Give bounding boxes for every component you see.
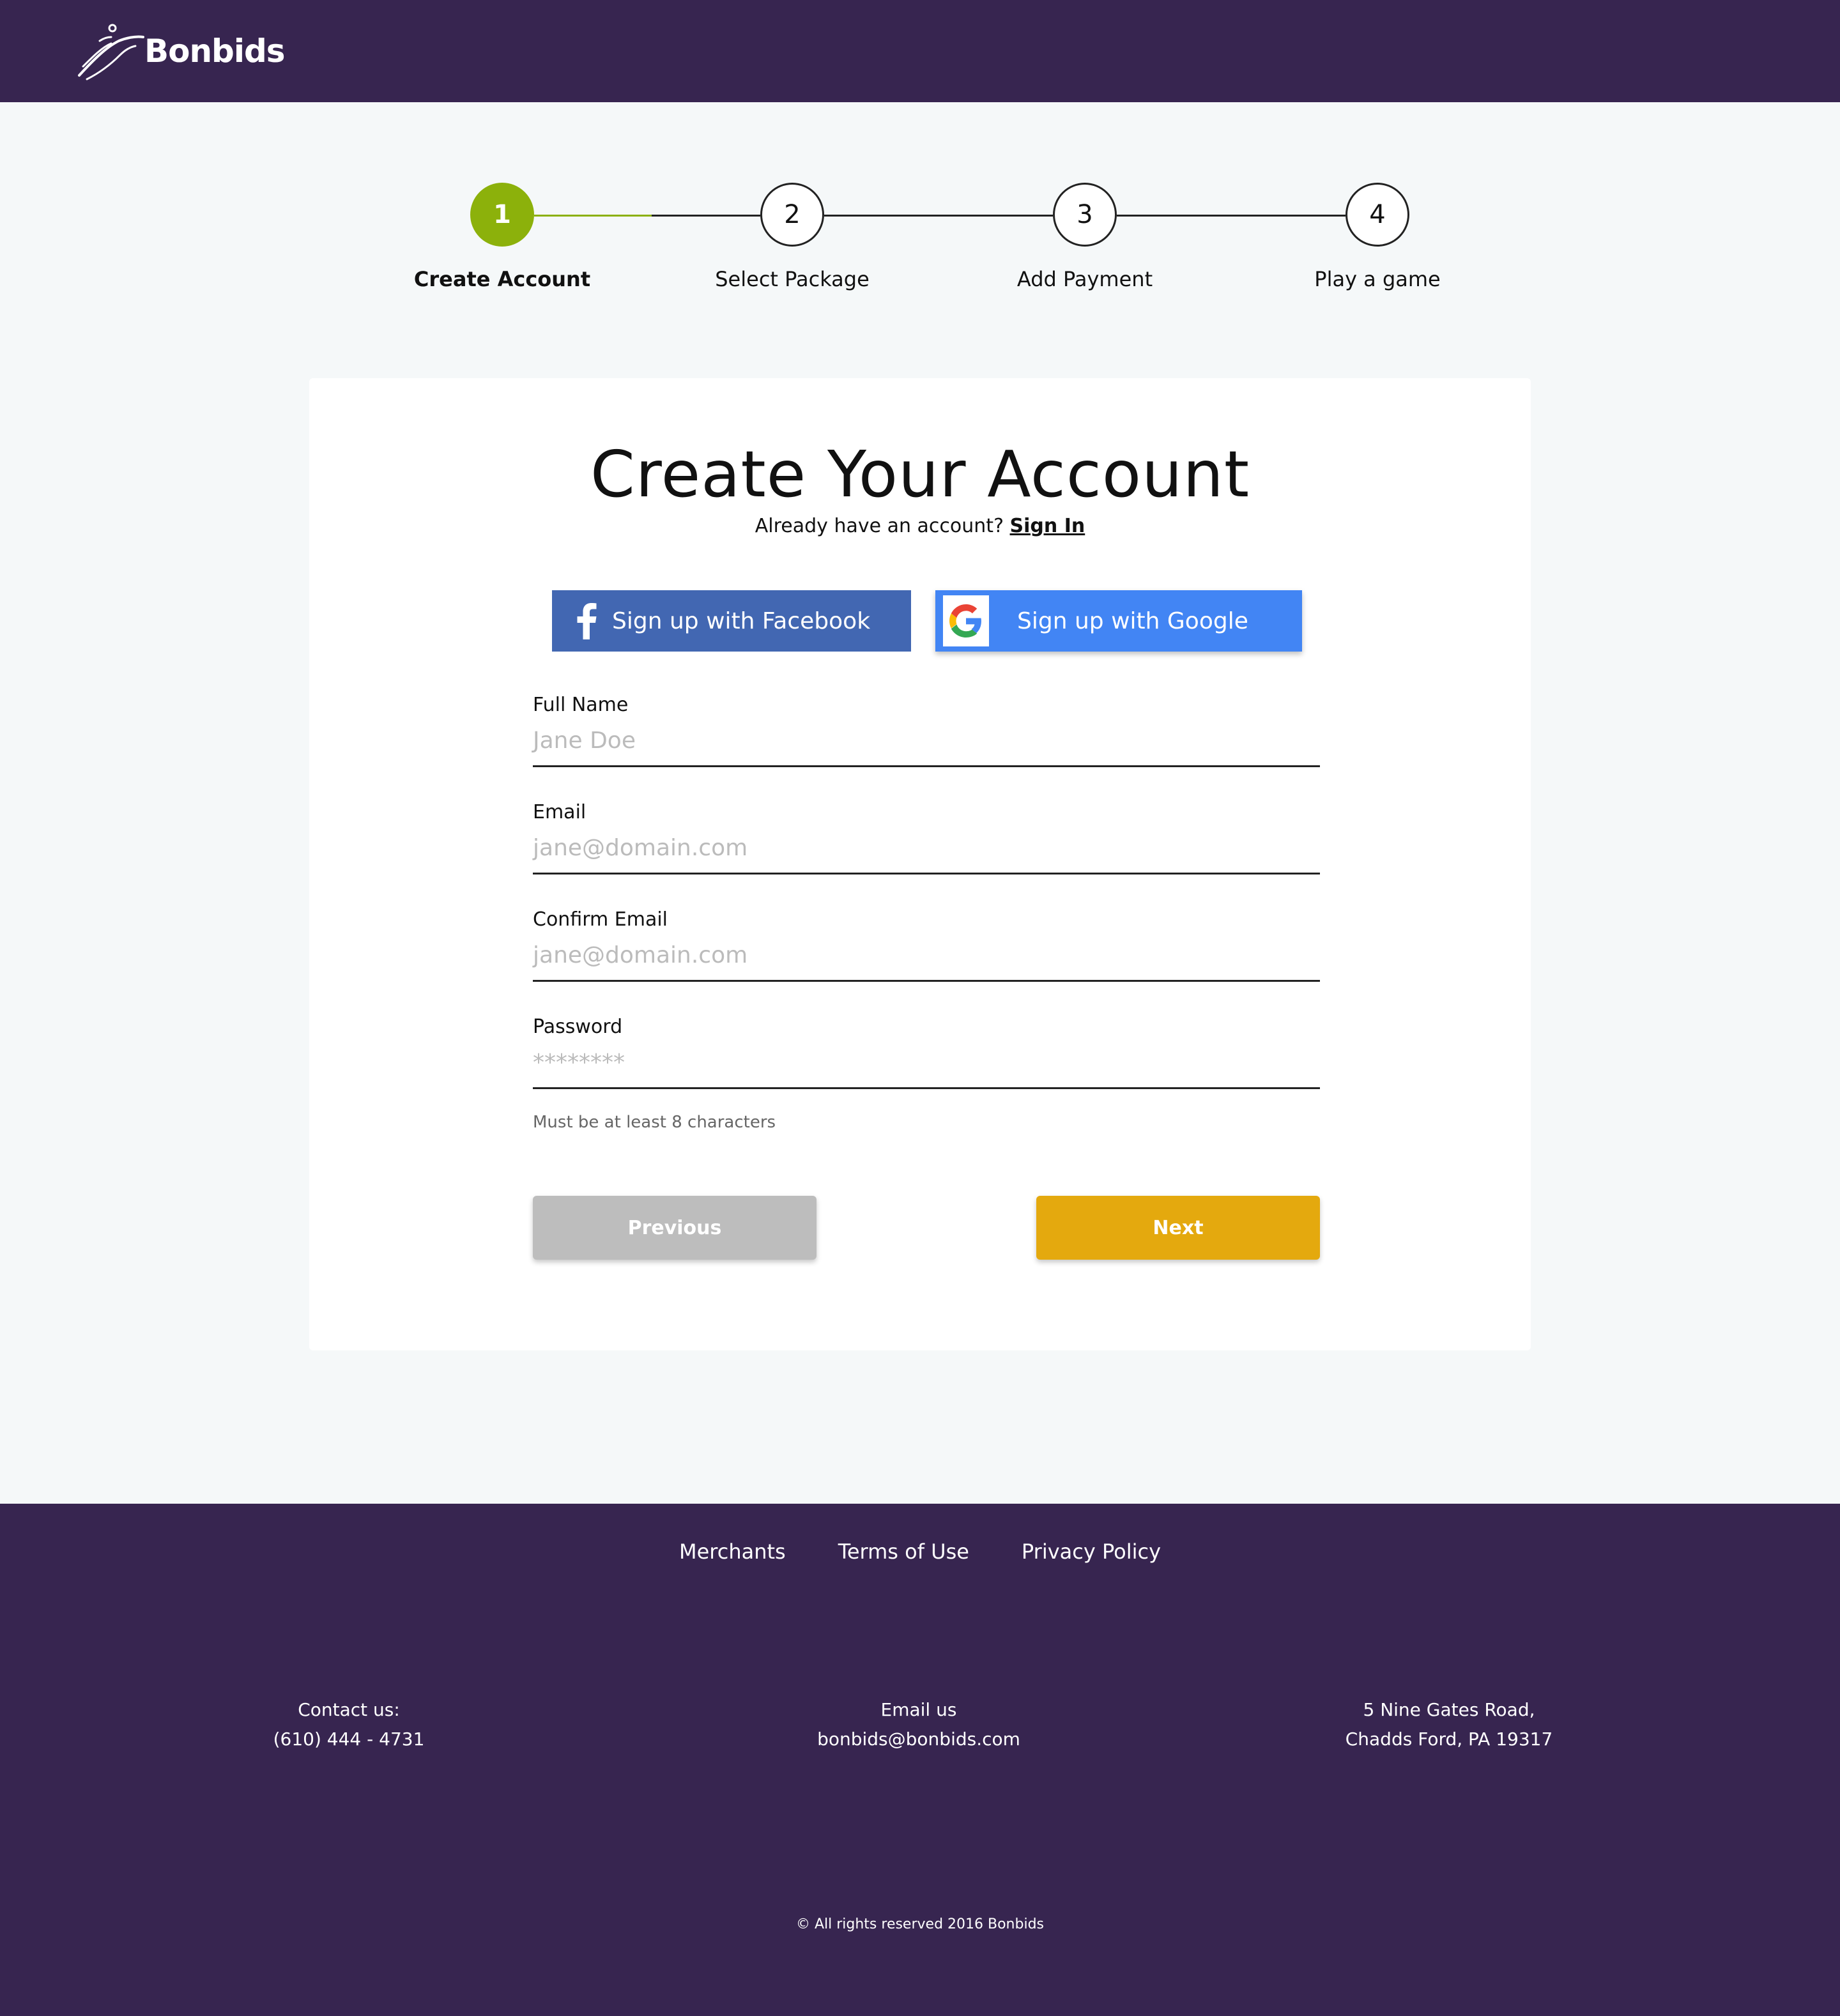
google-icon — [943, 595, 989, 646]
footer-link-merchants[interactable]: Merchants — [679, 1539, 786, 1564]
signin-prompt-text: Already have an account? — [755, 515, 1004, 537]
step-3-number: 3 — [1077, 200, 1093, 229]
confirm-email-field: Confirm Email jane@domain.com — [533, 908, 1320, 982]
step-1-label: Create Account — [413, 267, 591, 291]
step-connector-2 — [824, 215, 1053, 217]
full-name-input[interactable]: Jane Doe — [533, 716, 1320, 767]
step-3-circle: 3 — [1053, 183, 1117, 247]
footer-email: Email us bonbids@bonbids.com — [727, 1695, 1110, 1754]
step-4-number: 4 — [1369, 200, 1386, 229]
step-connector-1-progress — [534, 215, 652, 217]
password-label: Password — [533, 1016, 623, 1038]
email-input[interactable]: jane@domain.com — [533, 823, 1320, 874]
footer-link-privacy[interactable]: Privacy Policy — [1022, 1539, 1161, 1564]
google-signup-label: Sign up with Google — [1017, 607, 1248, 634]
step-connector-3 — [1117, 215, 1346, 217]
form-title: Create Your Account — [590, 437, 1250, 512]
previous-button[interactable]: Previous — [533, 1196, 816, 1260]
step-4-circle: 4 — [1346, 183, 1409, 247]
confirm-email-input[interactable]: jane@domain.com — [533, 931, 1320, 982]
step-2-circle: 2 — [760, 183, 824, 247]
email-label: Email — [533, 801, 586, 823]
confirm-email-label: Confirm Email — [533, 908, 668, 931]
signup-progress-stepper: 1 2 3 4 Create Account Select Package Ad… — [0, 179, 1840, 307]
step-3-label: Add Payment — [1016, 267, 1153, 291]
next-button[interactable]: Next — [1036, 1196, 1320, 1260]
contact-title: Contact us: — [298, 1699, 400, 1720]
step-1-number: 1 — [493, 200, 511, 229]
password-input[interactable]: ******** — [533, 1038, 1320, 1089]
signin-prompt: Already have an account? Sign In — [309, 515, 1531, 537]
footer-link-terms[interactable]: Terms of Use — [838, 1539, 969, 1564]
password-field: Password ******** — [533, 1016, 1320, 1089]
brand-name: Bonbids — [144, 33, 286, 70]
step-2-number: 2 — [784, 200, 801, 229]
brand-logo[interactable]: Bonbids — [74, 22, 286, 80]
facebook-signup-label: Sign up with Facebook — [612, 607, 871, 634]
full-name-label: Full Name — [533, 694, 629, 716]
footer-contact: Contact us: (610) 444 - 4731 — [157, 1695, 540, 1754]
top-header: Bonbids — [0, 0, 1840, 102]
signup-form-card: Create Your Account Already have an acco… — [309, 378, 1531, 1350]
step-4-label: Play a game — [1314, 267, 1441, 291]
step-connector-1-rest — [652, 215, 760, 217]
step-1-circle: 1 — [470, 183, 534, 247]
facebook-icon — [569, 590, 604, 652]
email-field: Email jane@domain.com — [533, 801, 1320, 874]
footer-address: 5 Nine Gates Road, Chadds Ford, PA 19317 — [1257, 1695, 1641, 1754]
step-2-label: Select Package — [715, 267, 870, 291]
copyright-text: © All rights reserved 2016 Bonbids — [795, 1916, 1045, 1932]
contact-phone[interactable]: (610) 444 - 4731 — [157, 1725, 540, 1754]
email-address[interactable]: bonbids@bonbids.com — [727, 1725, 1110, 1754]
password-hint: Must be at least 8 characters — [533, 1113, 776, 1132]
google-signup-button[interactable]: Sign up with Google — [935, 590, 1302, 652]
facebook-signup-button[interactable]: Sign up with Facebook — [552, 590, 911, 652]
page-footer: Merchants Terms of Use Privacy Policy Co… — [0, 1504, 1840, 2016]
address-line-1: 5 Nine Gates Road, — [1363, 1699, 1535, 1720]
footer-links: Merchants Terms of Use Privacy Policy — [0, 1539, 1840, 1564]
signin-link[interactable]: Sign In — [1010, 515, 1085, 537]
email-title: Email us — [880, 1699, 957, 1720]
address-line-2: Chadds Ford, PA 19317 — [1345, 1729, 1553, 1750]
runner-logo-icon — [78, 24, 144, 80]
full-name-field: Full Name Jane Doe — [533, 694, 1320, 767]
